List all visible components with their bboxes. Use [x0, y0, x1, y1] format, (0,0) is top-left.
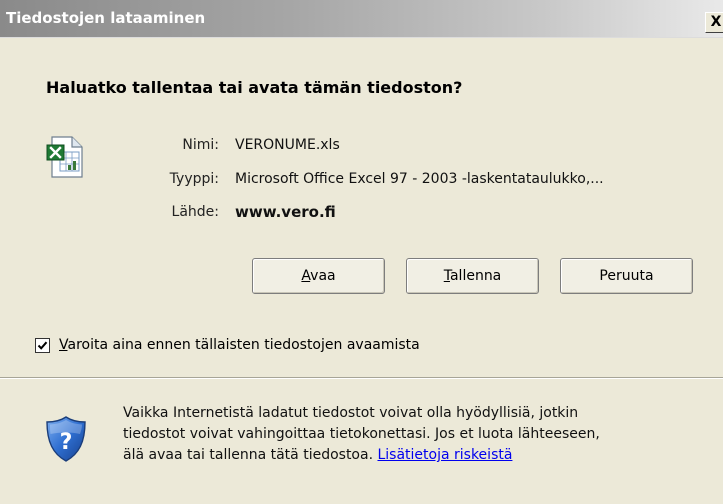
- name-value: VERONUME.xls: [235, 137, 340, 153]
- type-label: Tyyppi:: [169, 171, 219, 187]
- warning-line: älä avaa tai tallenna tätä tiedostoa. Li…: [123, 445, 713, 466]
- open-button[interactable]: Avaa: [252, 258, 385, 294]
- risks-info-link[interactable]: Lisätietoja riskeistä: [377, 447, 512, 463]
- cancel-label: Peruuta: [599, 268, 654, 284]
- dialog-question: Haluatko tallentaa tai avata tämän tiedo…: [46, 78, 463, 97]
- close-button[interactable]: X: [705, 12, 723, 33]
- source-label: Lähde:: [171, 204, 219, 220]
- save-button[interactable]: Tallenna: [406, 258, 539, 294]
- warn-label-text: aroita aina ennen tällaisten tiedostojen…: [67, 337, 420, 353]
- open-accel: A: [301, 268, 311, 284]
- type-value: Microsoft Office Excel 97 - 2003 -lasken…: [235, 171, 604, 187]
- save-label: allenna: [449, 268, 502, 284]
- checkmark-icon: [37, 341, 48, 350]
- window-title: Tiedostojen lataaminen: [6, 9, 206, 27]
- name-label: Nimi:: [182, 137, 219, 153]
- svg-text:?: ?: [60, 430, 73, 455]
- cancel-button[interactable]: Peruuta: [560, 258, 693, 294]
- close-icon: X: [710, 14, 722, 30]
- warning-line: Vaikka Internetistä ladatut tiedostot vo…: [123, 405, 579, 421]
- warning-line: tiedostot voivat vahingoittaa tietokonet…: [123, 426, 600, 442]
- excel-file-icon: [46, 136, 83, 178]
- warn-accel: V: [59, 337, 68, 353]
- warning-line3: älä avaa tai tallenna tätä tiedostoa.: [123, 447, 378, 463]
- warn-checkbox-label[interactable]: Varoita aina ennen tällaisten tiedostoje…: [59, 337, 420, 353]
- separator: [0, 377, 723, 379]
- warn-checkbox[interactable]: [35, 338, 50, 353]
- open-label: vaa: [310, 268, 336, 284]
- download-dialog: Tiedostojen lataaminen X Haluatko tallen…: [0, 0, 723, 504]
- title-bar[interactable]: Tiedostojen lataaminen X: [0, 0, 723, 38]
- source-value: www.vero.fi: [235, 203, 336, 221]
- security-warning: Vaikka Internetistä ladatut tiedostot vo…: [123, 403, 713, 466]
- shield-question-icon: ?: [46, 416, 86, 462]
